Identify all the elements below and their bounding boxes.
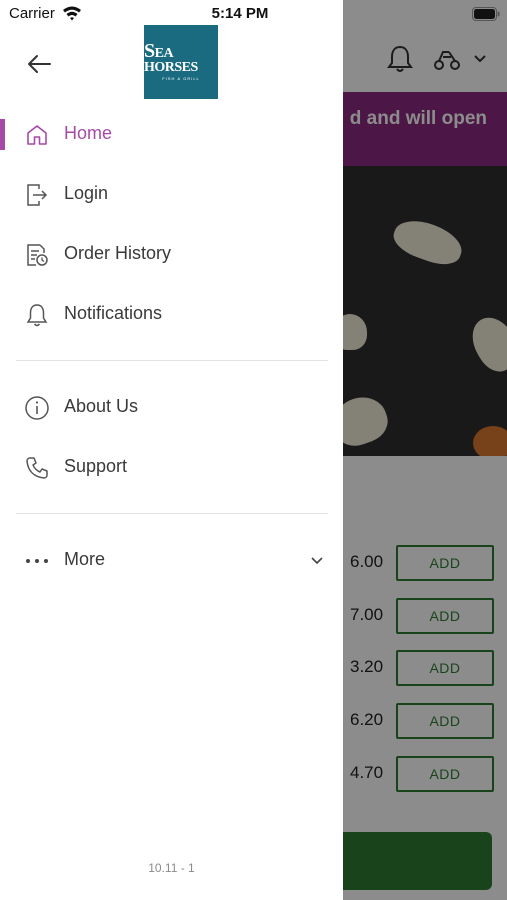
- menu-item-label: Support: [64, 456, 128, 476]
- back-button[interactable]: [22, 48, 56, 80]
- menu-item-login[interactable]: Login: [0, 172, 343, 216]
- menu-item-label: Login: [64, 183, 109, 203]
- navigation-drawer: SEA HORSES FISH & GRILL Home Login Order…: [0, 0, 343, 900]
- menu-divider: [16, 513, 328, 514]
- chevron-down-icon: [311, 557, 323, 565]
- home-icon: [24, 122, 50, 148]
- menu-item-label: Notifications: [64, 303, 163, 323]
- order-history-icon: [24, 242, 50, 268]
- arrow-left-icon: [28, 55, 51, 73]
- clock: 5:14 PM: [211, 5, 269, 22]
- menu-item-support[interactable]: Support: [0, 445, 343, 489]
- more-icon: [24, 548, 50, 574]
- menu-item-order-history[interactable]: Order History: [0, 232, 343, 276]
- logo-subtitle: FISH & GRILL: [162, 75, 200, 81]
- app-version: 10.11 - 1: [148, 861, 195, 875]
- info-icon: [24, 395, 50, 421]
- menu-item-notifications[interactable]: Notifications: [0, 292, 343, 336]
- restaurant-logo: SEA HORSES FISH & GRILL: [144, 25, 218, 99]
- status-bar: Carrier 5:14 PM: [0, 0, 507, 28]
- phone-icon: [24, 455, 50, 481]
- menu-item-label: More: [64, 549, 106, 569]
- battery-icon: [472, 7, 500, 21]
- menu-item-label: Home: [64, 123, 113, 143]
- menu-item-more[interactable]: More: [0, 538, 343, 582]
- menu-item-about-us[interactable]: About Us: [0, 385, 343, 429]
- bell-icon: [24, 302, 50, 328]
- menu-item-label: Order History: [64, 243, 172, 263]
- menu-item-home[interactable]: Home: [0, 112, 343, 156]
- logo-wordmark: SEA HORSES: [144, 39, 198, 75]
- menu-divider: [16, 360, 328, 361]
- login-icon: [24, 182, 50, 208]
- menu-item-label: About Us: [64, 396, 139, 416]
